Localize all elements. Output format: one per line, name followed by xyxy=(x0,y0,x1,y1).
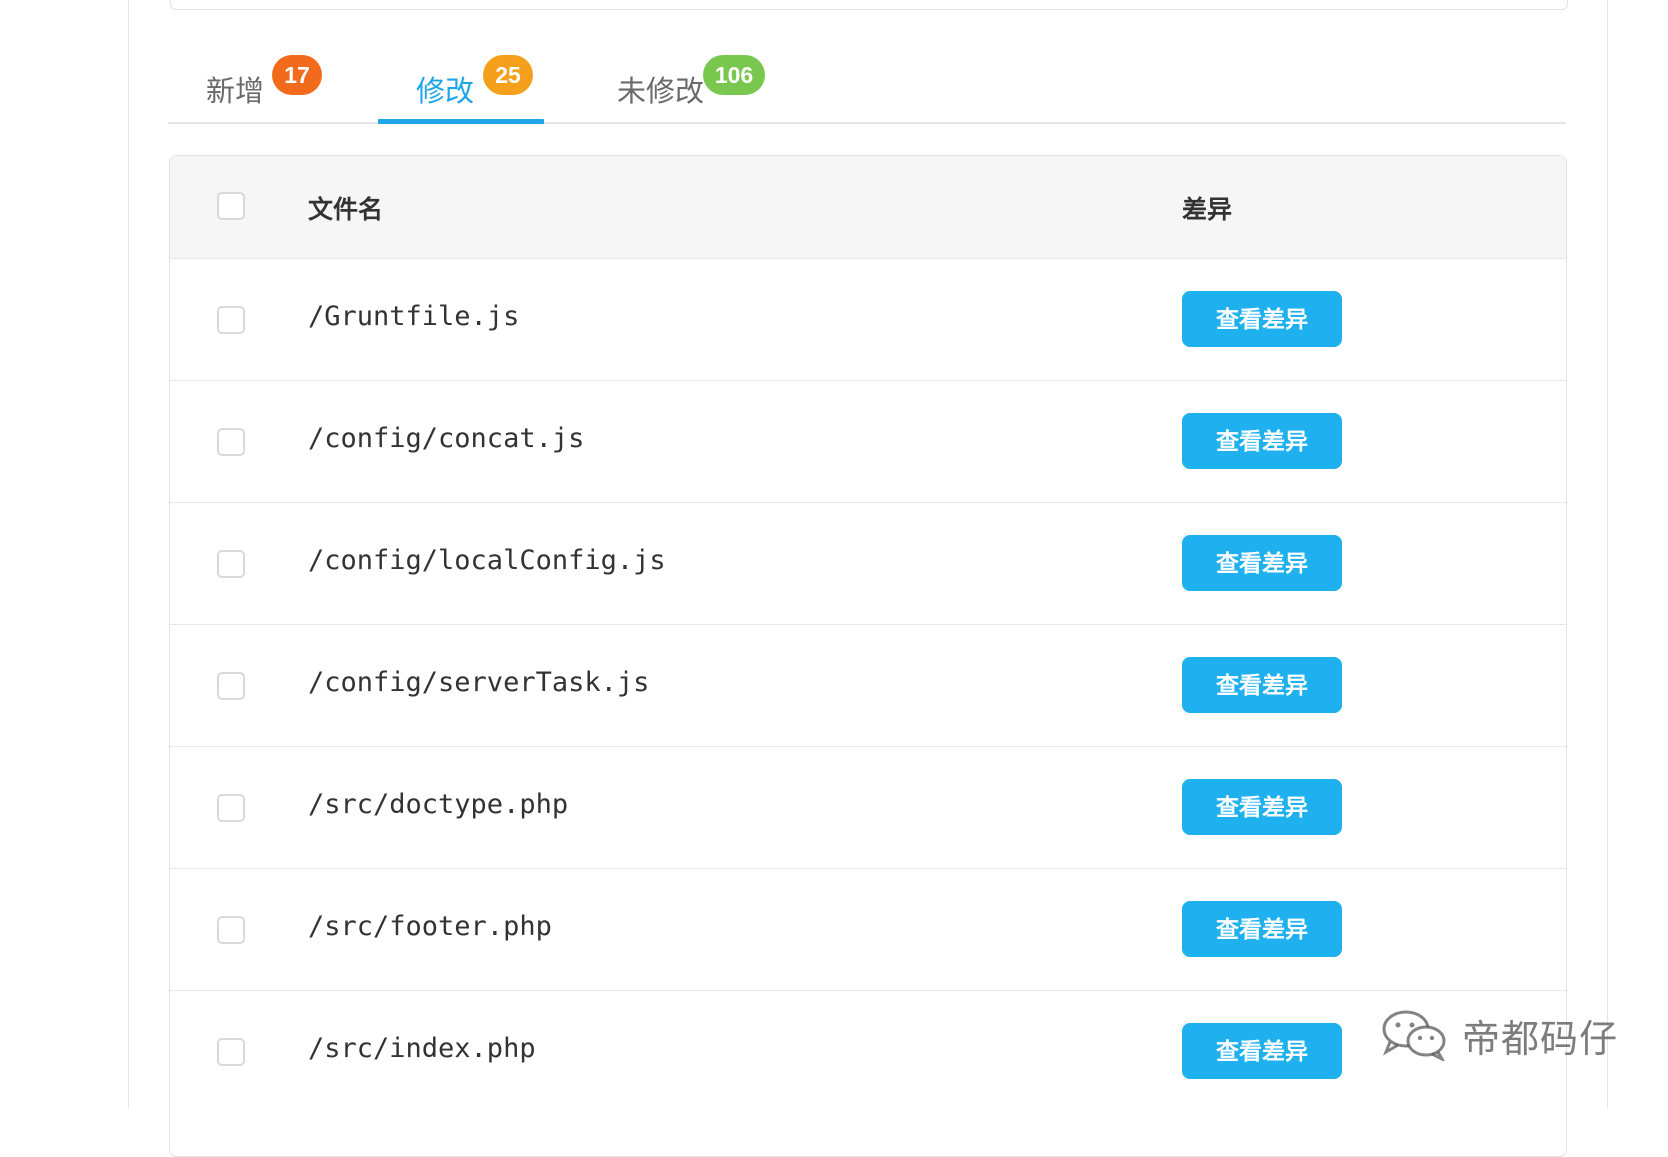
view-diff-button[interactable]: 查看差异 xyxy=(1182,291,1342,347)
watermark: 帝都码仔 xyxy=(1380,1005,1618,1065)
view-diff-button[interactable]: 查看差异 xyxy=(1182,779,1342,835)
tab-label: 未修改 xyxy=(617,74,705,108)
file-name: /src/index.php xyxy=(308,1033,536,1064)
file-table: 文件名 差异 /Gruntfile.js 查看差异 /config/concat… xyxy=(169,155,1567,1157)
active-tab-indicator xyxy=(378,119,544,124)
wechat-icon xyxy=(1382,1010,1446,1061)
file-name: /config/serverTask.js xyxy=(308,667,650,698)
table-row: /config/localConfig.js 查看差异 xyxy=(170,502,1566,625)
file-name: /src/doctype.php xyxy=(308,789,569,820)
table-row: /src/index.php 查看差异 xyxy=(170,990,1566,1113)
tab-unmodified[interactable]: 未修改 106 xyxy=(588,40,788,122)
count-badge: 17 xyxy=(272,55,322,95)
row-checkbox[interactable] xyxy=(217,306,245,334)
row-checkbox[interactable] xyxy=(217,672,245,700)
file-name: /config/concat.js xyxy=(308,423,585,454)
view-diff-button[interactable]: 查看差异 xyxy=(1182,657,1342,713)
count-badge: 106 xyxy=(703,55,765,95)
row-checkbox[interactable] xyxy=(217,1038,245,1066)
row-checkbox[interactable] xyxy=(217,428,245,456)
view-diff-button[interactable]: 查看差异 xyxy=(1182,901,1342,957)
tab-label: 修改 xyxy=(416,74,475,108)
tab-modified[interactable]: 修改 25 xyxy=(378,40,544,124)
row-checkbox[interactable] xyxy=(217,550,245,578)
table-row: /src/footer.php 查看差异 xyxy=(170,868,1566,991)
tab-label: 新增 xyxy=(206,74,265,108)
file-name: /src/footer.php xyxy=(308,911,552,942)
table-header: 文件名 差异 xyxy=(170,156,1566,258)
view-diff-button[interactable]: 查看差异 xyxy=(1182,1023,1342,1079)
row-checkbox[interactable] xyxy=(217,916,245,944)
table-row: /config/serverTask.js 查看差异 xyxy=(170,624,1566,747)
table-row: /Gruntfile.js 查看差异 xyxy=(170,258,1566,381)
file-name: /Gruntfile.js xyxy=(308,301,520,332)
table-row: /config/concat.js 查看差异 xyxy=(170,380,1566,503)
header-filename: 文件名 xyxy=(308,195,384,224)
tab-added[interactable]: 新增 17 xyxy=(168,40,328,122)
tab-bar: 新增 17 修改 25 未修改 106 xyxy=(168,40,1566,124)
top-panel-edge xyxy=(170,0,1568,10)
watermark-text: 帝都码仔 xyxy=(1462,1016,1619,1061)
count-badge: 25 xyxy=(483,55,533,95)
row-checkbox[interactable] xyxy=(217,794,245,822)
view-diff-button[interactable]: 查看差异 xyxy=(1182,535,1342,591)
select-all-checkbox[interactable] xyxy=(217,192,245,220)
file-name: /config/localConfig.js xyxy=(308,545,666,576)
header-diff: 差异 xyxy=(1182,195,1233,224)
table-row: /src/doctype.php 查看差异 xyxy=(170,746,1566,869)
view-diff-button[interactable]: 查看差异 xyxy=(1182,413,1342,469)
